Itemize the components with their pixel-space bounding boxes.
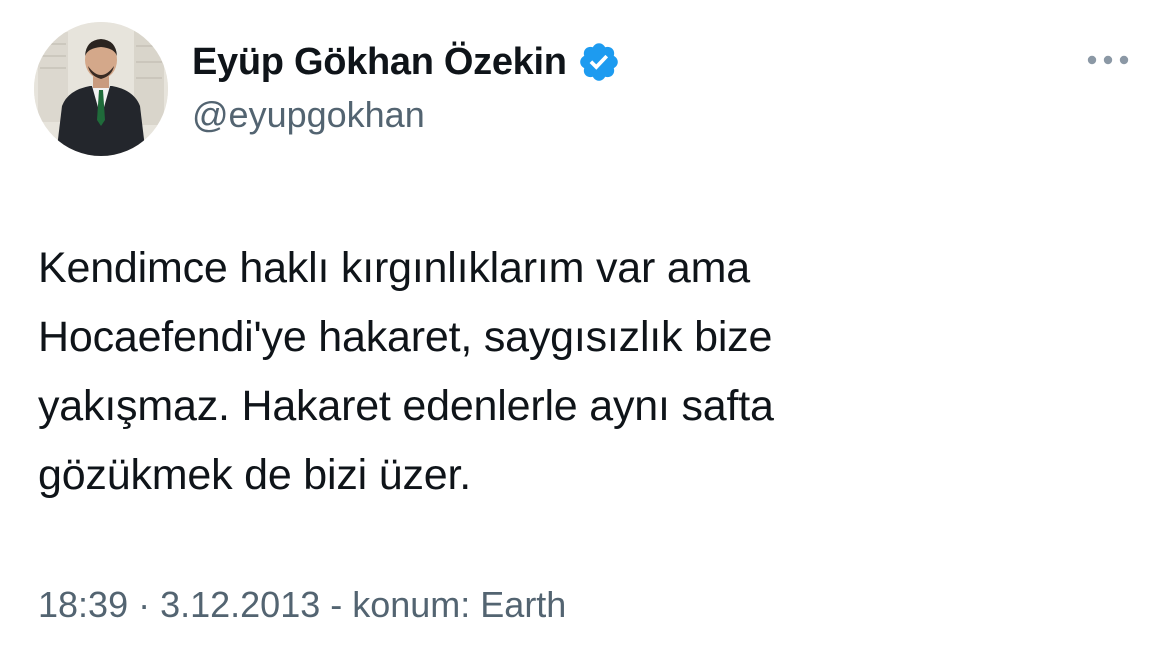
tweet-timestamp[interactable]: 18:39 · 3.12.2013 - konum: Earth	[38, 584, 566, 626]
more-horizontal-icon	[1087, 55, 1129, 65]
tweet-card: Eyüp Gökhan Özekin @eyupgokhan Kendimce …	[0, 0, 1170, 658]
author-name-row: Eyüp Gökhan Özekin	[192, 38, 621, 86]
verified-badge-icon[interactable]	[577, 40, 621, 84]
author-display-name[interactable]: Eyüp Gökhan Özekin	[192, 41, 567, 84]
author-avatar[interactable]	[34, 22, 168, 156]
more-options-button[interactable]	[1080, 44, 1136, 76]
tweet-text: Kendimce haklı kırgınlıklarım var ama Ho…	[38, 244, 774, 499]
author-handle[interactable]: @eyupgokhan	[192, 94, 425, 136]
avatar-image	[34, 22, 168, 156]
